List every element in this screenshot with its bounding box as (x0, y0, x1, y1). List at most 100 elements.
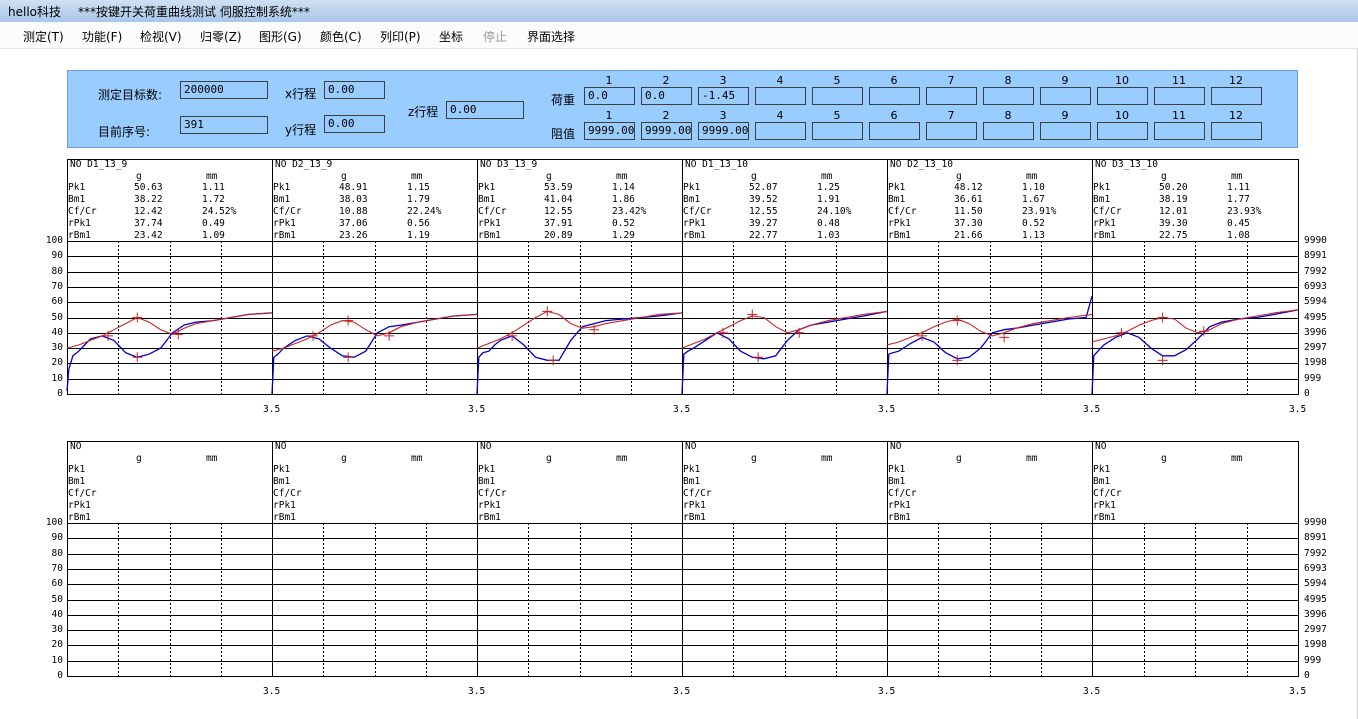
stat-label: rPk1 (68, 500, 91, 511)
resistance-channel-number: 1 (605, 109, 613, 122)
stat-label: rPk1 (273, 218, 296, 229)
stat-value-g: 53.59 (544, 182, 573, 193)
stat-value-mm: 22.24% (407, 206, 442, 217)
load-value-field[interactable] (1097, 87, 1148, 105)
menu-function[interactable]: 功能(F) (82, 28, 122, 45)
chart-canvas (67, 441, 273, 677)
y-axis-tick-right: 1998 (1304, 357, 1327, 369)
stat-label: rPk1 (888, 218, 911, 229)
stat-label: Cf/Cr (273, 488, 302, 499)
stat-value-mm: 1.13 (1022, 230, 1045, 241)
menu-stop[interactable]: 停止 (483, 28, 507, 45)
stat-label: Bm1 (478, 476, 496, 487)
menu-print[interactable]: 列印(P) (380, 28, 421, 45)
stat-label: rBm1 (683, 512, 706, 523)
y-axis-tick-left: 70 (51, 280, 63, 292)
load-value-field[interactable] (1040, 87, 1091, 105)
sample-id: NO D2_13_9 (275, 159, 333, 170)
unit-mm: mm (1026, 453, 1038, 464)
chart-cell[interactable]: NO D1_13_10 g mm Pk1 52.07 1.25 Bm1 39.52 1.91 Cf… (681, 159, 888, 395)
resistance-channel-number: 5 (833, 109, 841, 122)
load-value-field[interactable] (1154, 87, 1205, 105)
stat-label: Bm1 (888, 476, 906, 487)
stat-value-g: 36.61 (954, 194, 983, 205)
load-value-field[interactable] (812, 87, 863, 105)
chart-cell[interactable]: NO D3_13_9 g mm Pk1 53.59 1.14 Bm1 41.04 1.86 Cf/… (476, 159, 683, 395)
chart-cell[interactable]: NO g mm Pk1 Bm1 Cf/Cr rPk1 rBm1 (272, 441, 478, 677)
menu-zero[interactable]: 归零(Z) (200, 28, 242, 45)
load-value-field[interactable] (869, 87, 920, 105)
resistance-value-field[interactable] (1211, 122, 1262, 140)
sample-id: NO D2_13_10 (890, 159, 953, 170)
chart-cell[interactable]: NO g mm Pk1 Bm1 Cf/Cr rPk1 rBm1 (682, 441, 888, 677)
resistance-value-field[interactable] (812, 122, 863, 140)
resistance-value-field[interactable] (1040, 122, 1091, 140)
menu-interface-select[interactable]: 界面选择 (527, 28, 575, 45)
stat-label: Pk1 (888, 464, 906, 475)
resistance-value-field[interactable] (869, 122, 920, 140)
y-axis-tick-left: 20 (51, 357, 63, 369)
chart-cell[interactable]: NO g mm Pk1 Bm1 Cf/Cr rPk1 rBm1 (477, 441, 683, 677)
chart-cell[interactable]: NO D2_13_10 g mm Pk1 48.12 1.10 Bm1 36.61 1.67 Cf… (886, 159, 1093, 395)
resistance-value-field[interactable] (983, 122, 1034, 140)
load-channel-number: 12 (1229, 74, 1243, 87)
x-axis-end-label: 3.5 (673, 686, 691, 697)
y-axis-tick-left: 30 (51, 624, 63, 636)
menu-view[interactable]: 检视(V) (140, 28, 182, 45)
resistance-value-field[interactable] (755, 122, 806, 140)
sample-id: NO D3_13_10 (1095, 159, 1158, 170)
y-travel-field[interactable]: 0.00 (324, 115, 385, 133)
load-value-field[interactable]: 0.0 (641, 87, 692, 105)
unit-mm: mm (616, 453, 628, 464)
y-axis-tick-right: 5994 (1304, 578, 1327, 590)
stat-value-g: 48.12 (954, 182, 983, 193)
stat-label: Pk1 (273, 182, 291, 193)
current-seq-field[interactable]: 391 (180, 116, 268, 134)
y-axis-tick-right: 2997 (1304, 624, 1327, 636)
load-value-field[interactable] (755, 87, 806, 105)
chart-cell[interactable]: NO g mm Pk1 Bm1 Cf/Cr rPk1 rBm1 (67, 441, 273, 677)
load-value-field[interactable]: 0.0 (584, 87, 635, 105)
sample-id: NO (685, 441, 697, 452)
chart-cell[interactable]: NO D1_13_9 g mm Pk1 50.63 1.11 Bm1 38.22 1.72 Cf/… (66, 159, 273, 395)
target-count-label: 测定目标数: (98, 88, 163, 102)
y-axis-tick-left: 100 (45, 517, 63, 528)
stat-value-mm: 1.91 (817, 194, 840, 205)
menu-color[interactable]: 颜色(C) (320, 28, 362, 45)
menu-coordinate[interactable]: 坐标 (439, 28, 463, 45)
stat-label: rBm1 (683, 230, 706, 241)
resistance-value-field[interactable] (926, 122, 977, 140)
load-value-field[interactable]: -1.45 (698, 87, 749, 105)
chart-canvas (886, 159, 1093, 395)
menu-graph[interactable]: 图形(G) (259, 28, 302, 45)
resistance-value-field[interactable]: 9999.00 (698, 122, 749, 140)
resistance-value-field[interactable]: 9999.00 (641, 122, 692, 140)
load-value-field[interactable] (983, 87, 1034, 105)
load-channel-number: 8 (1004, 74, 1012, 87)
load-channel-number: 5 (833, 74, 841, 87)
unit-g: g (1161, 453, 1167, 464)
stat-value-g: 21.66 (954, 230, 983, 241)
stat-label: Bm1 (273, 476, 291, 487)
chart-cell[interactable]: NO g mm Pk1 Bm1 Cf/Cr rPk1 rBm1 (1092, 441, 1299, 677)
menu-measure[interactable]: 测定(T) (23, 28, 64, 45)
load-value-field[interactable] (926, 87, 977, 105)
load-value-field[interactable] (1211, 87, 1262, 105)
target-count-field[interactable]: 200000 (180, 81, 268, 99)
load-channel-number: 7 (947, 74, 955, 87)
z-travel-field[interactable]: 0.00 (446, 101, 524, 119)
stat-value-g: 12.01 (1159, 206, 1188, 217)
stat-value-mm: 1.29 (612, 230, 635, 241)
x-travel-field[interactable]: 0.00 (324, 81, 385, 99)
resistance-value-field[interactable] (1097, 122, 1148, 140)
chart-canvas (272, 441, 478, 677)
stat-label: rPk1 (683, 218, 706, 229)
stat-value-mm: 23.93% (1227, 206, 1262, 217)
stat-value-mm: 1.25 (817, 182, 840, 193)
resistance-value-field[interactable]: 9999.00 (584, 122, 635, 140)
resistance-value-field[interactable] (1154, 122, 1205, 140)
chart-cell[interactable]: NO g mm Pk1 Bm1 Cf/Cr rPk1 rBm1 (887, 441, 1093, 677)
chart-cell[interactable]: NO D3_13_10 g mm Pk1 50.20 1.11 Bm1 38.19 1.77 Cf… (1091, 159, 1299, 395)
chart-cell[interactable]: NO D2_13_9 g mm Pk1 48.91 1.15 Bm1 38.03 1.79 Cf/… (271, 159, 478, 395)
stat-label: rBm1 (1093, 512, 1116, 523)
